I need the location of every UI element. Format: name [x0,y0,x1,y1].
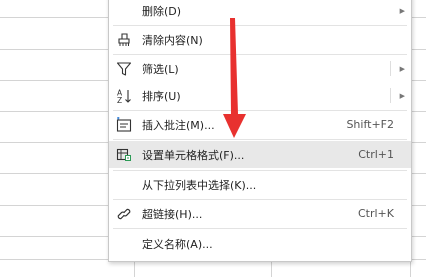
menu-item-label: 设置单元格格式(F)... [142,148,245,162]
menu-separator [113,139,407,140]
submenu-divider [390,61,391,76]
menu-item-label: 从下拉列表中选择(K)... [142,178,257,192]
menu-item-filter[interactable]: 筛选(L) ▶ [109,55,411,82]
shortcut-label: Shift+F2 [346,118,394,131]
menu-item-delete[interactable]: 删除(D) ▶ [109,0,411,24]
shortcut-label: Ctrl+K [357,207,394,220]
shortcut-label: Ctrl+1 [358,148,394,161]
sort-az-icon: A Z [117,88,131,104]
menu-item-label: 排序(U) [142,89,181,103]
menu-item-label: 删除(D) [142,4,182,18]
menu-item-label: 定义名称(A)... [142,237,213,251]
submenu-arrow-icon: ▶ [399,91,405,100]
menu-separator [113,228,407,229]
menu-item-clear-contents[interactable]: 清除内容(N) [109,26,411,53]
menu-item-label: 清除内容(N) [142,33,203,47]
menu-item-define-name[interactable]: 定义名称(A)... [109,230,411,257]
menu-item-hyperlink[interactable]: 超链接(H)... Ctrl+K [109,200,411,227]
hyperlink-icon [117,208,131,219]
menu-item-pick-from-dropdown[interactable]: 从下拉列表中选择(K)... [109,171,411,198]
eraser-icon [118,32,130,46]
submenu-divider [390,88,391,103]
menu-item-format-cells[interactable]: 设置单元格格式(F)... Ctrl+1 [109,141,411,168]
comment-icon [116,116,132,132]
svg-text:Z: Z [117,96,122,104]
context-menu: 删除(D) ▶ 清除内容(N) 筛选(L) ▶ A Z 排序(U) ▶ 插入批注… [108,0,412,262]
menu-item-sort[interactable]: A Z 排序(U) ▶ [109,82,411,109]
menu-item-label: 超链接(H)... [142,207,203,221]
submenu-arrow-icon: ▶ [399,64,405,73]
filter-icon [116,61,132,76]
submenu-arrow-icon: ▶ [399,6,405,15]
format-cells-icon [116,148,131,161]
menu-item-label: 筛选(L) [142,62,179,76]
menu-item-label: 插入批注(M)... [142,118,215,132]
menu-item-insert-comment[interactable]: 插入批注(M)... Shift+F2 [109,111,411,138]
